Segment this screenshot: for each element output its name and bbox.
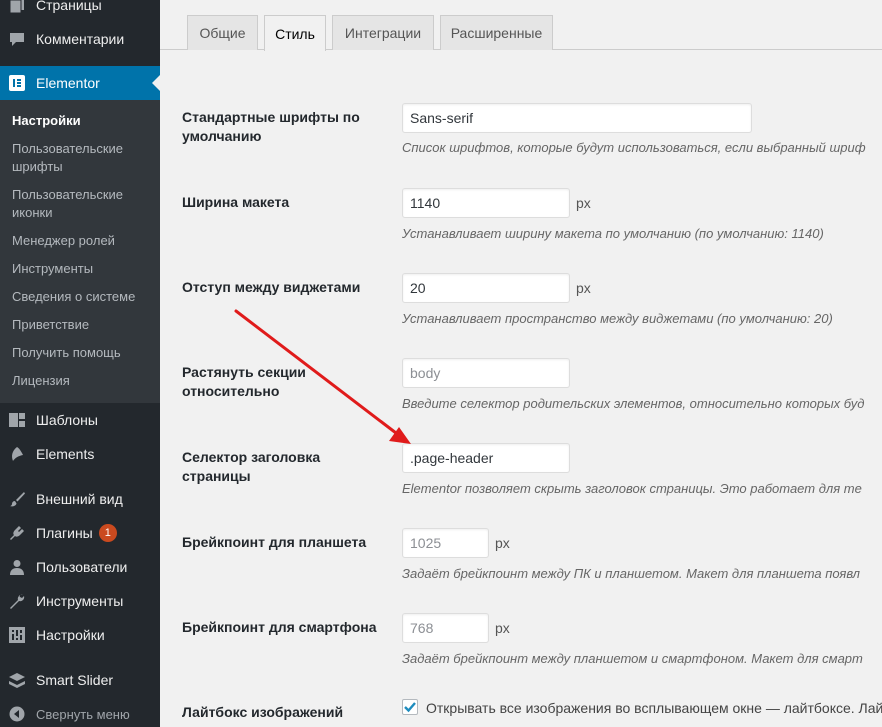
submenu-custom-icons[interactable]: Пользовательские иконки	[12, 186, 152, 222]
container-width-input[interactable]	[402, 188, 570, 218]
menu-elementor[interactable]: Elementor	[0, 66, 160, 100]
default-fonts-description: Список шрифтов, которые будут использова…	[402, 140, 866, 155]
smart-slider-icon	[9, 672, 25, 688]
comments-icon	[9, 31, 25, 47]
settings-tabs: Общие Стиль Интеграции Расширенные	[160, 0, 882, 51]
plugin-icon	[9, 525, 25, 541]
menu-appearance-label: Внешний вид	[36, 491, 123, 507]
menu-templates-label: Шаблоны	[36, 412, 98, 428]
submenu-get-help[interactable]: Получить помощь	[12, 344, 152, 362]
submenu-getting-started[interactable]: Приветствие	[12, 316, 152, 334]
menu-comments-label: Комментарии	[36, 31, 125, 47]
elements-icon	[9, 446, 25, 462]
menu-pages-label: Страницы	[36, 0, 102, 13]
checkmark-icon	[404, 702, 416, 713]
templates-icon	[9, 412, 25, 428]
lightbox-checkbox-label: Открывать все изображения во всплывающем…	[426, 700, 882, 716]
menu-smart-slider[interactable]: Smart Slider	[0, 663, 160, 697]
container-width-label: Ширина макета	[182, 194, 290, 210]
widgets-space-description: Устанавливает пространство между виджета…	[402, 311, 833, 326]
tablet-breakpoint-input[interactable]	[402, 528, 489, 558]
menu-tools-label: Инструменты	[36, 593, 124, 609]
widgets-space-input[interactable]	[402, 273, 570, 303]
settings-sliders-icon	[9, 627, 25, 643]
mobile-breakpoint-input[interactable]	[402, 613, 489, 643]
menu-settings-label: Настройки	[36, 627, 105, 643]
tab-advanced[interactable]: Расширенные	[440, 15, 553, 50]
menu-elementor-label: Elementor	[36, 75, 100, 91]
elementor-icon	[9, 75, 25, 91]
active-arrow-icon	[152, 75, 160, 91]
widgets-space-unit: px	[576, 280, 591, 296]
admin-sidebar: Страницы Комментарии Elementor Настройки…	[0, 0, 160, 727]
stretch-section-input[interactable]	[402, 358, 570, 388]
tablet-breakpoint-description: Задаёт брейкпоинт между ПК и планшетом. …	[402, 566, 861, 581]
submenu-tools[interactable]: Инструменты	[12, 260, 152, 278]
default-fonts-label: Стандартные шрифты по умолчанию	[182, 109, 360, 144]
default-fonts-input[interactable]	[402, 103, 752, 133]
stretch-section-description: Введите селектор родительских элементов,…	[402, 396, 865, 411]
tablet-breakpoint-unit: px	[495, 535, 510, 551]
menu-elements-label: Elements	[36, 446, 95, 462]
menu-templates[interactable]: Шаблоны	[0, 403, 160, 437]
menu-users-label: Пользователи	[36, 559, 128, 575]
mobile-breakpoint-label: Брейкпоинт для смартфона	[182, 619, 377, 635]
menu-users[interactable]: Пользователи	[0, 550, 160, 584]
submenu-custom-fonts[interactable]: Пользовательские шрифты	[12, 140, 152, 176]
collapse-menu-label: Свернуть меню	[36, 706, 130, 722]
plugins-update-badge: 1	[98, 524, 117, 542]
submenu-license[interactable]: Лицензия	[12, 372, 152, 390]
menu-plugins[interactable]: Плагины 1	[0, 516, 160, 550]
menu-smart-slider-label: Smart Slider	[36, 672, 114, 688]
menu-appearance[interactable]: Внешний вид	[0, 482, 160, 516]
tablet-breakpoint-label: Брейкпоинт для планшета	[182, 534, 367, 550]
collapse-arrow-icon	[9, 706, 25, 722]
menu-tools[interactable]: Инструменты	[0, 584, 160, 618]
widgets-space-label: Отступ между виджетами	[182, 279, 361, 295]
submenu-role-manager[interactable]: Менеджер ролей	[12, 232, 152, 250]
stretch-section-label: Растянуть секции относительно	[182, 364, 306, 399]
submenu-system-info[interactable]: Сведения о системе	[12, 288, 152, 306]
container-width-unit: px	[576, 195, 591, 211]
mobile-breakpoint-unit: px	[495, 620, 510, 636]
users-icon	[9, 559, 25, 575]
menu-settings[interactable]: Настройки	[0, 618, 160, 652]
mobile-breakpoint-description: Задаёт брейкпоинт между планшетом и смар…	[402, 651, 863, 666]
container-width-description: Устанавливает ширину макета по умолчанию…	[402, 226, 824, 241]
tab-style[interactable]: Стиль	[264, 15, 326, 51]
submenu-settings[interactable]: Настройки	[12, 112, 152, 130]
page-title-selector-description: Elementor позволяет скрыть заголовок стр…	[402, 481, 862, 496]
page-title-selector-label: Селектор заголовка страницы	[182, 449, 321, 484]
menu-comments[interactable]: Комментарии	[0, 22, 160, 56]
menu-plugins-label: Плагины	[36, 525, 93, 541]
collapse-menu-button[interactable]: Свернуть меню	[0, 697, 160, 727]
lightbox-label: Лайтбокс изображений	[182, 704, 344, 720]
tab-general[interactable]: Общие	[187, 15, 258, 50]
paintbrush-icon	[9, 491, 25, 507]
menu-pages[interactable]: Страницы	[0, 0, 160, 22]
wrench-icon	[9, 593, 25, 609]
pages-icon	[9, 0, 25, 13]
page-title-selector-input[interactable]	[402, 443, 570, 473]
tab-integrations[interactable]: Интеграции	[332, 15, 434, 50]
lightbox-checkbox[interactable]	[402, 699, 418, 715]
menu-elements[interactable]: Elements	[0, 437, 160, 471]
elementor-submenu: Настройки Пользовательские шрифты Пользо…	[0, 100, 160, 403]
